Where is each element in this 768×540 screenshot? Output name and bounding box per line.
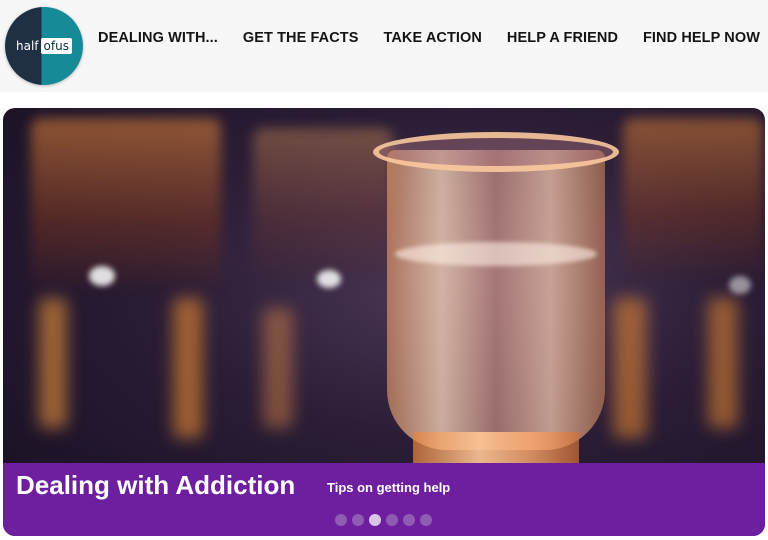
shot-glass-rim [373,132,619,172]
background-glass-left [31,118,221,288]
logo-text-ofus: ofus [40,38,72,54]
carousel-pagination [335,514,432,526]
reflection [39,298,67,428]
hero-caption-bar: Dealing with Addiction Tips on getting h… [3,463,765,536]
carousel-dot-6[interactable] [420,514,432,526]
nav-take-action[interactable]: TAKE ACTION [383,30,482,46]
nav-help-a-friend[interactable]: HELP A FRIEND [507,30,618,46]
main-nav: DEALING WITH... GET THE FACTS TAKE ACTIO… [98,30,760,46]
background-glass-middle [253,128,393,278]
light-highlight [729,276,751,294]
reflection [263,308,293,428]
shot-glass-body [387,150,605,450]
half-of-us-logo[interactable]: half ofus [5,7,83,85]
reflection [708,298,738,428]
nav-get-the-facts[interactable]: GET THE FACTS [243,30,359,46]
hero-subtitle[interactable]: Tips on getting help [327,480,450,495]
background-glass-right [623,118,763,278]
carousel-dot-5[interactable] [403,514,415,526]
hero-carousel[interactable]: Dealing with Addiction Tips on getting h… [3,108,765,536]
carousel-dot-3[interactable] [369,514,381,526]
carousel-dot-4[interactable] [386,514,398,526]
carousel-dot-1[interactable] [335,514,347,526]
nav-find-help-now[interactable]: FIND HELP NOW [643,30,760,46]
reflection [173,298,203,438]
logo-wordmark: half ofus [16,38,72,54]
site-header: half ofus DEALING WITH... GET THE FACTS … [0,0,768,92]
carousel-dot-2[interactable] [352,514,364,526]
liquid-surface [395,242,597,266]
light-highlight [317,270,341,288]
logo-text-half: half [16,39,39,53]
nav-dealing-with[interactable]: DEALING WITH... [98,30,218,46]
hero-title[interactable]: Dealing with Addiction [16,470,295,501]
light-highlight [89,266,115,286]
